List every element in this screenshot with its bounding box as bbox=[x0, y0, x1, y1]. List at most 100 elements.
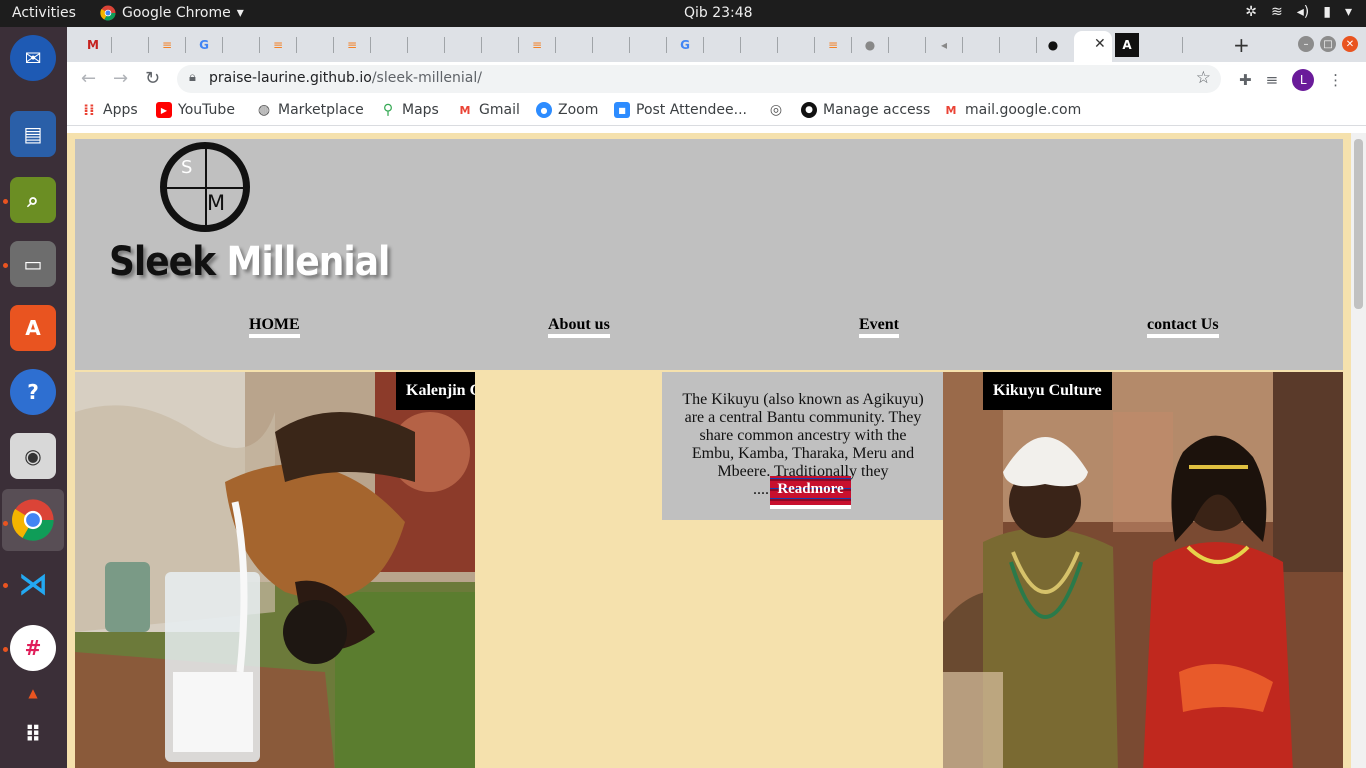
profile-avatar[interactable]: L bbox=[1292, 69, 1315, 91]
tab-blank[interactable] bbox=[562, 33, 593, 57]
system-tray[interactable]: ✲ ≋ ◂) ▮ ▾ bbox=[1245, 4, 1352, 20]
files-icon[interactable]: ▭ bbox=[10, 241, 56, 287]
help-icon[interactable]: ? bbox=[10, 369, 56, 415]
nav-event[interactable]: Event bbox=[859, 315, 899, 338]
image-viewer-icon[interactable]: ⌕ bbox=[10, 177, 56, 223]
tab-audio-icon[interactable]: ◂ bbox=[932, 33, 963, 57]
bookmark-marketplace[interactable]: ◍ Marketplace bbox=[256, 102, 364, 118]
bookmark-star-icon[interactable]: ☆ bbox=[1196, 68, 1211, 88]
tab-github-icon[interactable]: ● bbox=[1041, 33, 1065, 57]
tab-blank[interactable] bbox=[1152, 33, 1183, 57]
bookmark-apps[interactable]: ⁞⁞ Apps bbox=[81, 101, 137, 119]
tab-blank[interactable] bbox=[1006, 33, 1037, 57]
bookmark-gmail[interactable]: M Gmail bbox=[457, 102, 520, 118]
url-text[interactable]: praise-laurine.github.io/sleek-millenial… bbox=[209, 70, 482, 86]
activities-button[interactable]: Activities bbox=[12, 5, 76, 21]
slack-icon[interactable]: # bbox=[10, 625, 56, 671]
nav-about-us[interactable]: About us bbox=[548, 315, 610, 338]
tab-blank[interactable] bbox=[414, 33, 445, 57]
back-arrow-icon[interactable]: ← bbox=[81, 68, 96, 89]
tab-strip: M ≡ G ≡ ≡ ≡ G ≡ ● ◂ ● ✕ A + – □ ✕ bbox=[67, 27, 1366, 62]
tab-google-icon[interactable]: G bbox=[673, 33, 704, 57]
tab-blank[interactable] bbox=[451, 33, 482, 57]
zoom-icon: ● bbox=[536, 102, 552, 118]
tab-blank[interactable] bbox=[303, 33, 334, 57]
tab-blank[interactable] bbox=[488, 33, 519, 57]
tab-blank[interactable] bbox=[229, 33, 260, 57]
logo-wordmark[interactable]: Sleek Millenial bbox=[109, 239, 391, 285]
tab-blank[interactable] bbox=[118, 33, 149, 57]
power-menu-icon[interactable]: ▾ bbox=[1345, 4, 1352, 20]
page-scrollbar[interactable] bbox=[1351, 133, 1366, 768]
logo-word-millenial: Millenial bbox=[226, 239, 391, 285]
bookmark-circle-logo[interactable]: ◎ bbox=[768, 102, 790, 118]
tab-blank[interactable] bbox=[710, 33, 741, 57]
read-more-button[interactable]: Readmore bbox=[770, 476, 851, 509]
extensions-puzzle-icon[interactable]: ✚ bbox=[1239, 71, 1252, 89]
kikuyu-culture-image[interactable]: Kikuyu Culture bbox=[943, 372, 1343, 768]
forward-arrow-icon[interactable]: → bbox=[113, 68, 128, 89]
clock[interactable]: Qib 23:48 bbox=[684, 5, 753, 21]
minimize-icon[interactable]: – bbox=[1298, 36, 1314, 52]
bookmark-maps[interactable]: ⚲ Maps bbox=[380, 102, 439, 118]
address-bar[interactable]: 🔒︎ praise-laurine.github.io/sleek-millen… bbox=[177, 65, 1221, 93]
bookmarks-bar: ⁞⁞ Apps ▶ YouTube ◍ Marketplace ⚲ Maps M… bbox=[67, 96, 1366, 126]
accessibility-icon[interactable]: ✲ bbox=[1245, 4, 1257, 20]
tab-blank[interactable] bbox=[636, 33, 667, 57]
wifi-icon[interactable]: ≋ bbox=[1271, 4, 1283, 20]
chrome-dock-icon[interactable] bbox=[10, 497, 56, 543]
running-indicator bbox=[3, 521, 8, 526]
tab-globe-icon[interactable]: ● bbox=[858, 33, 889, 57]
tab-stackoverflow-icon[interactable]: ≡ bbox=[155, 33, 186, 57]
maximize-icon[interactable]: □ bbox=[1320, 36, 1336, 52]
tab-gmail-icon[interactable]: M bbox=[81, 33, 112, 57]
close-window-icon[interactable]: ✕ bbox=[1342, 36, 1358, 52]
new-tab-icon[interactable]: + bbox=[1233, 33, 1250, 57]
chrome-icon bbox=[100, 5, 116, 21]
bookmark-manage-access[interactable]: ● Manage access bbox=[801, 102, 930, 118]
kalenjin-culture-image[interactable]: Kalenjin Culture bbox=[75, 372, 475, 768]
more-menu-icon[interactable]: ⋮ bbox=[1328, 71, 1343, 89]
logo-word-sleek: Sleek bbox=[109, 239, 216, 285]
tab-stackoverflow-icon[interactable]: ≡ bbox=[525, 33, 556, 57]
page-viewport: S M Sleek Millenial HOME About us Event … bbox=[67, 133, 1351, 768]
tab-stackoverflow-icon[interactable]: ≡ bbox=[340, 33, 371, 57]
tab-blank[interactable] bbox=[895, 33, 926, 57]
vscode-icon[interactable]: ⋊ bbox=[10, 561, 56, 607]
bookmark-mail-google[interactable]: M mail.google.com bbox=[943, 102, 1082, 118]
show-applications-icon[interactable]: ⠿ bbox=[10, 712, 56, 758]
tab-blank[interactable] bbox=[784, 33, 815, 57]
nav-home[interactable]: HOME bbox=[249, 315, 300, 338]
tab-google-icon[interactable]: G bbox=[192, 33, 223, 57]
tab-stackoverflow-icon[interactable]: ≡ bbox=[821, 33, 852, 57]
writer-document-icon[interactable]: ▤ bbox=[10, 111, 56, 157]
app-menu[interactable]: Google Chrome ▾ bbox=[100, 5, 244, 21]
thunderbird-icon[interactable]: ✉ bbox=[10, 35, 56, 81]
media-queue-icon[interactable]: ≡ bbox=[1266, 71, 1279, 89]
bookmark-post-attendee[interactable]: ■ Post Attendee... bbox=[614, 102, 747, 118]
scrollbar-thumb[interactable] bbox=[1354, 139, 1363, 309]
tab-blank[interactable] bbox=[747, 33, 778, 57]
tab-active[interactable]: ✕ bbox=[1074, 31, 1112, 62]
bookmark-youtube[interactable]: ▶ YouTube bbox=[156, 102, 235, 118]
tab-stackoverflow-icon[interactable]: ≡ bbox=[266, 33, 297, 57]
rhythmbox-icon[interactable]: ◉ bbox=[10, 433, 56, 479]
tab-blank[interactable] bbox=[377, 33, 408, 57]
kalenjin-culture-label[interactable]: Kalenjin Culture bbox=[396, 372, 475, 410]
tab-blank[interactable] bbox=[1189, 33, 1213, 57]
reload-icon[interactable]: ↻ bbox=[145, 68, 160, 89]
chevron-down-icon: ▾ bbox=[236, 5, 244, 21]
logo-emblem[interactable]: S M bbox=[160, 142, 250, 232]
lock-icon[interactable]: 🔒︎ bbox=[189, 70, 196, 85]
software-center-icon[interactable]: A bbox=[10, 305, 56, 351]
nav-contact-us[interactable]: contact Us bbox=[1147, 315, 1219, 338]
close-icon[interactable]: ✕ bbox=[1094, 36, 1106, 52]
battery-icon[interactable]: ▮ bbox=[1323, 4, 1331, 20]
app-icon[interactable]: ▲ bbox=[10, 683, 56, 703]
bookmark-zoom[interactable]: ● Zoom bbox=[536, 102, 598, 118]
tab-blank[interactable] bbox=[969, 33, 1000, 57]
kikuyu-culture-label[interactable]: Kikuyu Culture bbox=[983, 372, 1112, 410]
tab-angular-icon[interactable]: A bbox=[1115, 33, 1139, 57]
volume-icon[interactable]: ◂) bbox=[1297, 4, 1310, 20]
tab-blank[interactable] bbox=[599, 33, 630, 57]
